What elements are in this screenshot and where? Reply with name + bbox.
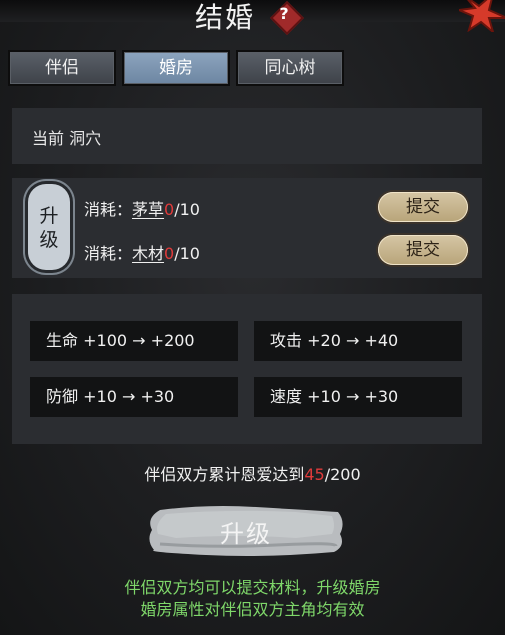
attribute-cell-attack: 攻击 +20 → +40: [254, 321, 462, 361]
marriage-panel: 结婚 ? 伴侣 婚房 同心树 当前 洞穴 升 级 消耗：茅草0/10 提交 消耗…: [0, 0, 505, 635]
cost-material-link[interactable]: 木材: [132, 244, 164, 263]
cost-prefix: 消耗：: [84, 200, 133, 219]
affection-progress: 伴侣双方累计恩爱达到45/200: [0, 461, 505, 485]
attribute-cell-speed: 速度 +10 → +30: [254, 377, 462, 417]
upgrade-badge-label: 升 级: [28, 204, 70, 252]
current-room-panel: 当前 洞穴: [12, 108, 482, 164]
upgrade-button-label: 升级: [220, 520, 272, 548]
note-line: 伴侣双方均可以提交材料，升级婚房: [124, 578, 381, 597]
progress-current: 45: [304, 465, 325, 484]
attribute-panel: 生命 +100 → +200 攻击 +20 → +40 防御 +10 → +30…: [12, 294, 482, 444]
attribute-arrow: →: [132, 331, 146, 350]
tab-heart-tree[interactable]: 同心树: [236, 50, 344, 86]
help-symbol: ?: [279, 4, 291, 23]
attribute-cell-hp: 生命 +100 → +200: [30, 321, 238, 361]
tab-wedding-room[interactable]: 婚房: [122, 50, 230, 86]
submit-button[interactable]: 提交: [378, 235, 468, 265]
progress-prefix: 伴侣双方累计恩爱达到: [144, 465, 305, 484]
current-room-label: 当前 洞穴: [32, 129, 102, 148]
attribute-arrow: →: [345, 331, 360, 350]
page-header: 结婚 ?: [0, 0, 505, 36]
attribute-from: +100: [83, 331, 128, 350]
cost-need: /10: [174, 244, 200, 263]
attribute-arrow: →: [121, 387, 136, 406]
close-icon[interactable]: [455, 0, 505, 35]
cost-have: 0: [164, 244, 175, 263]
help-icon[interactable]: ?: [269, 1, 304, 35]
notes-block: 伴侣双方均可以提交材料，升级婚房 婚房属性对伴侣双方主角均有效: [0, 577, 505, 621]
cost-row: 消耗：木材0/10: [84, 240, 200, 264]
upgrade-cost-panel: 升 级 消耗：茅草0/10 提交 消耗：木材0/10 提交: [12, 178, 482, 278]
attribute-cell-defense: 防御 +10 → +30: [30, 377, 238, 417]
attribute-name: 生命: [46, 331, 79, 350]
attribute-from: +10: [307, 387, 341, 406]
cost-need: /10: [174, 200, 200, 219]
upgrade-badge-char-2: 级: [39, 229, 59, 251]
cost-have: 0: [164, 200, 175, 219]
attribute-from: +10: [83, 387, 117, 406]
attribute-to: +30: [140, 387, 175, 406]
cost-prefix: 消耗：: [84, 244, 133, 263]
attribute-to: +40: [364, 331, 399, 350]
upgrade-button[interactable]: 升级: [146, 504, 346, 558]
note-line: 婚房属性对伴侣双方主角均有效: [140, 600, 365, 619]
attribute-to: +30: [364, 387, 399, 406]
cost-material-link[interactable]: 茅草: [132, 200, 164, 219]
attribute-arrow: →: [345, 387, 360, 406]
submit-button[interactable]: 提交: [378, 192, 468, 222]
upgrade-badge: 升 级: [28, 184, 70, 270]
cost-row: 消耗：茅草0/10: [84, 196, 200, 220]
attribute-to: +200: [150, 331, 195, 350]
attribute-name: 速度: [270, 387, 303, 406]
tab-partner[interactable]: 伴侣: [8, 50, 116, 86]
attribute-name: 攻击: [270, 331, 303, 350]
page-title: 结婚: [195, 1, 256, 34]
attribute-from: +20: [307, 331, 341, 350]
progress-target: /200: [324, 465, 361, 484]
upgrade-badge-char-1: 升: [39, 205, 59, 227]
attribute-name: 防御: [46, 387, 79, 406]
